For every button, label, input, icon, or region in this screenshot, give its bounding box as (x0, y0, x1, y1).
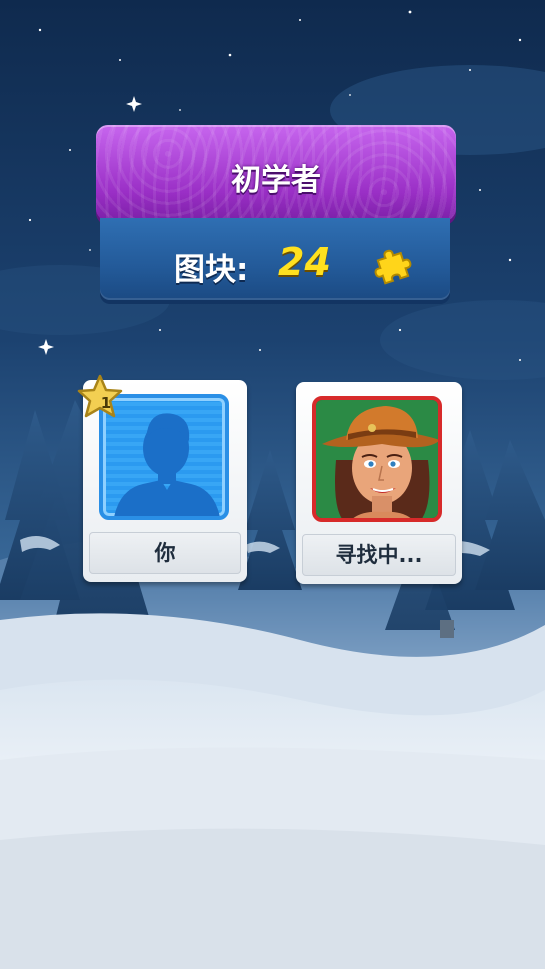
game-screen: 初学者 图块: 24 1 你 寻找中... (0, 0, 545, 969)
level-title: 初学者 (231, 163, 321, 198)
opponent-avatar-frame (312, 396, 442, 522)
pieces-count: 24 (278, 240, 331, 284)
opponent-avatar (316, 400, 438, 518)
player-name-you: 你 (89, 532, 241, 574)
pieces-label: 图块: (174, 252, 249, 288)
player-name-opponent: 寻找中... (302, 534, 456, 576)
player-card-opponent: 寻找中... (296, 382, 462, 584)
pieces-panel: 图块: 24 (100, 218, 450, 300)
level-title-banner: 初学者 (96, 125, 456, 221)
rank-number: 1 (100, 394, 112, 412)
player-card-you: 1 你 (77, 374, 247, 582)
puzzle-piece-icon (374, 249, 412, 285)
